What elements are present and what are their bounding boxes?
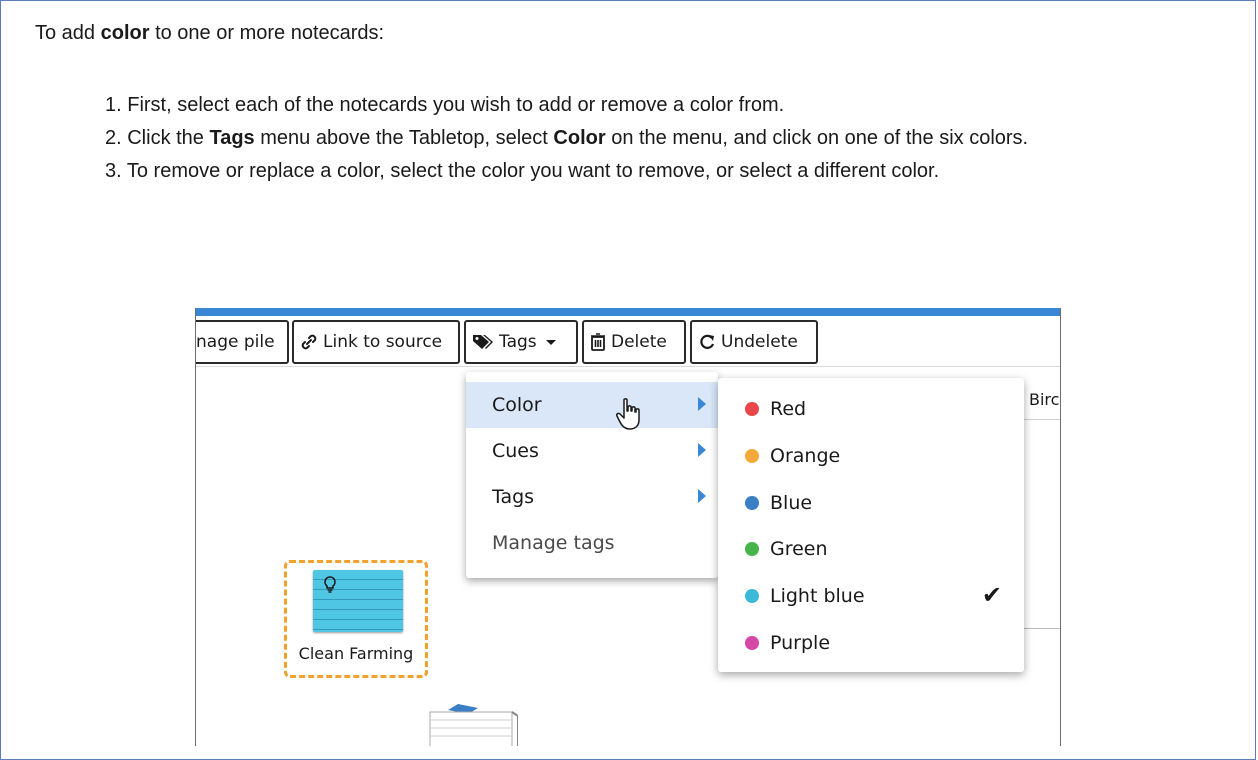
pile-tab-label: Birc bbox=[1029, 390, 1060, 409]
caret-down-icon bbox=[545, 340, 556, 345]
color-option-label: Blue bbox=[770, 492, 813, 514]
tags-menu-button[interactable]: Tags bbox=[464, 320, 578, 364]
chevron-right-icon bbox=[698, 397, 706, 411]
step-1-text: 1. First, select each of the notecards y… bbox=[105, 94, 785, 116]
menu-item-color-label: Color bbox=[492, 394, 542, 416]
checkmark-icon: ✔ bbox=[981, 581, 1002, 609]
step-1: 1. First, select each of the notecards y… bbox=[105, 90, 1215, 121]
tags-dropdown-menu: Color Cues Tags Manage tags bbox=[466, 372, 718, 578]
undelete-label: Undelete bbox=[721, 332, 798, 352]
step-2-bold-color: Color bbox=[553, 127, 606, 149]
step-2-bold-tags: Tags bbox=[209, 127, 255, 149]
step-2-pre: 2. Click the bbox=[105, 127, 210, 149]
menu-item-manage-tags-label: Manage tags bbox=[492, 532, 615, 554]
manage-pile-label: nage pile bbox=[196, 332, 275, 352]
app-screenshot: nage pile Link to source Tags Delete Und… bbox=[195, 308, 1061, 746]
delete-button[interactable]: Delete bbox=[582, 320, 686, 364]
menu-item-manage-tags[interactable]: Manage tags bbox=[466, 520, 718, 566]
color-option-purple[interactable]: Purple bbox=[718, 620, 1024, 666]
menu-item-color[interactable]: Color bbox=[466, 382, 718, 428]
link-to-source-button[interactable]: Link to source bbox=[292, 320, 460, 364]
tags-icon bbox=[473, 335, 493, 349]
step-2-post: on the menu, and click on one of the six… bbox=[605, 127, 1029, 149]
intro-text: To add color to one or more notecards: bbox=[35, 22, 384, 45]
refresh-icon bbox=[700, 334, 715, 349]
chevron-right-icon bbox=[698, 489, 706, 503]
step-2: 2. Click the Tags menu above the Tableto… bbox=[105, 123, 1215, 154]
color-option-red[interactable]: Red bbox=[718, 386, 1024, 432]
color-dot bbox=[745, 449, 759, 463]
color-option-orange[interactable]: Orange bbox=[718, 433, 1024, 479]
notecard-pile[interactable] bbox=[428, 700, 518, 746]
manage-pile-button[interactable]: nage pile bbox=[196, 320, 289, 364]
color-dot bbox=[745, 636, 759, 650]
intro-bold: color bbox=[100, 22, 150, 44]
menu-item-cues-label: Cues bbox=[492, 440, 539, 462]
notecard[interactable] bbox=[313, 570, 403, 632]
step-3: 3. To remove or replace a color, select … bbox=[105, 156, 1215, 187]
delete-label: Delete bbox=[611, 332, 667, 352]
link-icon bbox=[301, 334, 317, 350]
color-option-light-blue[interactable]: Light blue ✔ bbox=[718, 573, 1024, 619]
color-option-label: Purple bbox=[770, 632, 831, 654]
step-3-text: 3. To remove or replace a color, select … bbox=[105, 160, 940, 182]
intro-post: to one or more notecards: bbox=[149, 22, 385, 44]
instruction-steps: 1. First, select each of the notecards y… bbox=[105, 90, 1215, 189]
color-dot bbox=[745, 496, 759, 510]
link-to-source-label: Link to source bbox=[323, 332, 443, 352]
menu-item-cues[interactable]: Cues bbox=[466, 428, 718, 474]
color-option-blue[interactable]: Blue bbox=[718, 480, 1024, 526]
divider bbox=[1022, 628, 1060, 629]
app-top-bar bbox=[196, 308, 1060, 316]
color-option-label: Orange bbox=[770, 445, 841, 467]
color-submenu: Red Orange Blue Green Light blue ✔ Purpl… bbox=[718, 378, 1024, 672]
tabletop-toolbar: nage pile Link to source Tags Delete Und… bbox=[196, 320, 1060, 367]
color-option-label: Light blue bbox=[770, 585, 865, 607]
menu-item-tags[interactable]: Tags bbox=[466, 474, 718, 520]
color-dot bbox=[745, 589, 759, 603]
color-option-label: Red bbox=[770, 398, 807, 420]
undelete-button[interactable]: Undelete bbox=[690, 320, 818, 364]
step-2-mid: menu above the Tabletop, select bbox=[254, 127, 554, 149]
color-option-green[interactable]: Green bbox=[718, 526, 1024, 572]
tags-label: Tags bbox=[499, 332, 537, 352]
chevron-right-icon bbox=[698, 443, 706, 457]
menu-item-tags-label: Tags bbox=[492, 486, 535, 508]
notecard-label: Clean Farming bbox=[298, 644, 414, 663]
color-dot bbox=[745, 542, 759, 556]
hand-pointer-icon bbox=[616, 398, 640, 430]
lightbulb-icon bbox=[324, 576, 336, 593]
trash-icon bbox=[591, 333, 605, 351]
color-dot bbox=[745, 402, 759, 416]
intro-pre: To add bbox=[35, 22, 101, 44]
color-option-label: Green bbox=[770, 538, 828, 560]
pile-tab[interactable]: Birc bbox=[1022, 384, 1060, 420]
